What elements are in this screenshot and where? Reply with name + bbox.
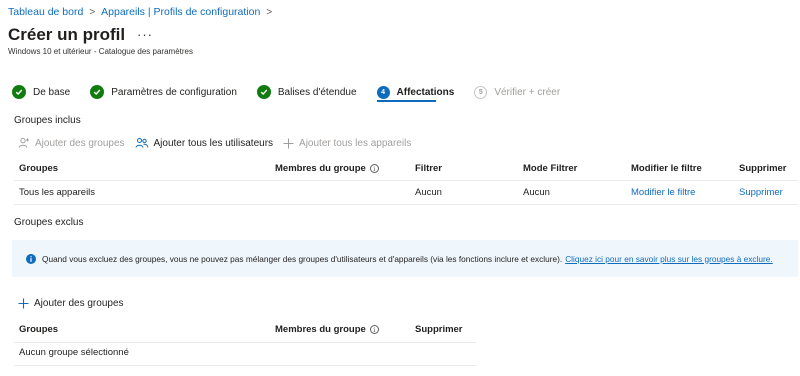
breadcrumb: Tableau de bord > Appareils | Profils de… [8,6,272,18]
step-basics[interactable]: De base [12,84,70,100]
excluded-groups-title: Groupes exclus [14,217,84,228]
column-header-groups: Groupes [19,324,59,335]
included-toolbar: Ajouter des groupes Ajouter tous les uti… [18,137,421,149]
step-label: Paramètres de configuration [111,86,237,98]
breadcrumb-separator: > [266,6,273,18]
add-groups-button[interactable]: Ajouter des groupes [18,137,125,149]
add-groups-label: Ajouter des groupes [34,298,124,309]
breadcrumb-dashboard[interactable]: Tableau de bord [8,6,83,18]
column-header-delete: Supprimer [739,163,787,174]
step-review-create[interactable]: 5 Vérifier + créer [474,84,560,100]
divider [14,204,798,205]
step-number-badge: 4 [376,85,390,99]
column-header-label: Membres du groupe [275,324,366,335]
breadcrumb-separator: > [89,6,96,18]
info-icon [26,253,36,264]
page-title: Créer un profil [8,25,126,44]
column-header-groups: Groupes [19,163,59,174]
cell-filter: Aucun [415,187,442,198]
info-icon[interactable]: i [369,164,379,173]
more-options-button[interactable]: ··· [137,27,153,42]
info-icon[interactable]: i [369,325,379,334]
step-number-badge: 5 [474,85,488,99]
step-scope-tags[interactable]: Balises d'étendue [256,84,357,100]
column-header-group-members: Membres du groupe i [275,324,379,335]
add-all-users-button[interactable]: Ajouter tous les utilisateurs [135,137,274,149]
step-label: De base [33,86,71,98]
plus-icon [18,298,29,309]
delete-link[interactable]: Supprimer [739,187,783,198]
cell-group: Tous les appareils [19,187,96,198]
checkmark-icon [256,85,271,99]
info-banner-text: Quand vous excluez des groupes, vous ne … [42,253,563,264]
info-banner: Quand vous excluez des groupes, vous ne … [12,240,798,277]
people-icon [135,137,149,149]
checkmark-icon [90,85,105,99]
active-step-indicator [377,100,436,102]
column-header-delete: Supprimer [415,324,463,335]
table-row: Tous les appareils Aucun Aucun Modifier … [14,181,798,203]
learn-more-link[interactable]: Cliquez ici pour en savoir plus sur les … [565,254,773,264]
column-header-filter: Filtrer [415,163,442,174]
step-label: Balises d'étendue [277,86,357,98]
edit-filter-link[interactable]: Modifier le filtre [631,187,695,198]
cell-filter-mode: Aucun [523,187,550,198]
divider [14,365,476,366]
column-header-filter-mode: Mode Filtrer [523,163,578,174]
wizard-steps: De base Paramètres de configuration Bali… [12,84,580,100]
step-label: Vérifier + créer [494,86,561,98]
column-header-edit-filter: Modifier le filtre [631,163,702,174]
add-all-devices-label: Ajouter tous les appareils [299,137,412,149]
add-groups-label: Ajouter des groupes [35,137,125,149]
step-assignments[interactable]: 4 Affectations [376,84,455,100]
breadcrumb-device-profiles[interactable]: Appareils | Profils de configuration [101,6,260,18]
add-excluded-groups-button[interactable]: Ajouter des groupes [18,298,124,309]
column-header-group-members: Membres du groupe i [275,163,379,174]
add-all-devices-button[interactable]: Ajouter tous les appareils [283,138,411,149]
step-configuration-settings[interactable]: Paramètres de configuration [90,84,237,100]
empty-state-text: Aucun groupe sélectionné [19,347,129,358]
page-subtitle: Windows 10 et ultérieur - Catalogue des … [8,47,193,56]
add-all-users-label: Ajouter tous les utilisateurs [153,137,274,149]
plus-icon [283,138,294,149]
divider [14,342,476,343]
step-label: Affectations [396,86,455,98]
column-header-label: Membres du groupe [275,163,366,174]
included-groups-title: Groupes inclus [14,115,81,126]
checkmark-icon [12,85,26,99]
add-person-icon [18,137,30,149]
